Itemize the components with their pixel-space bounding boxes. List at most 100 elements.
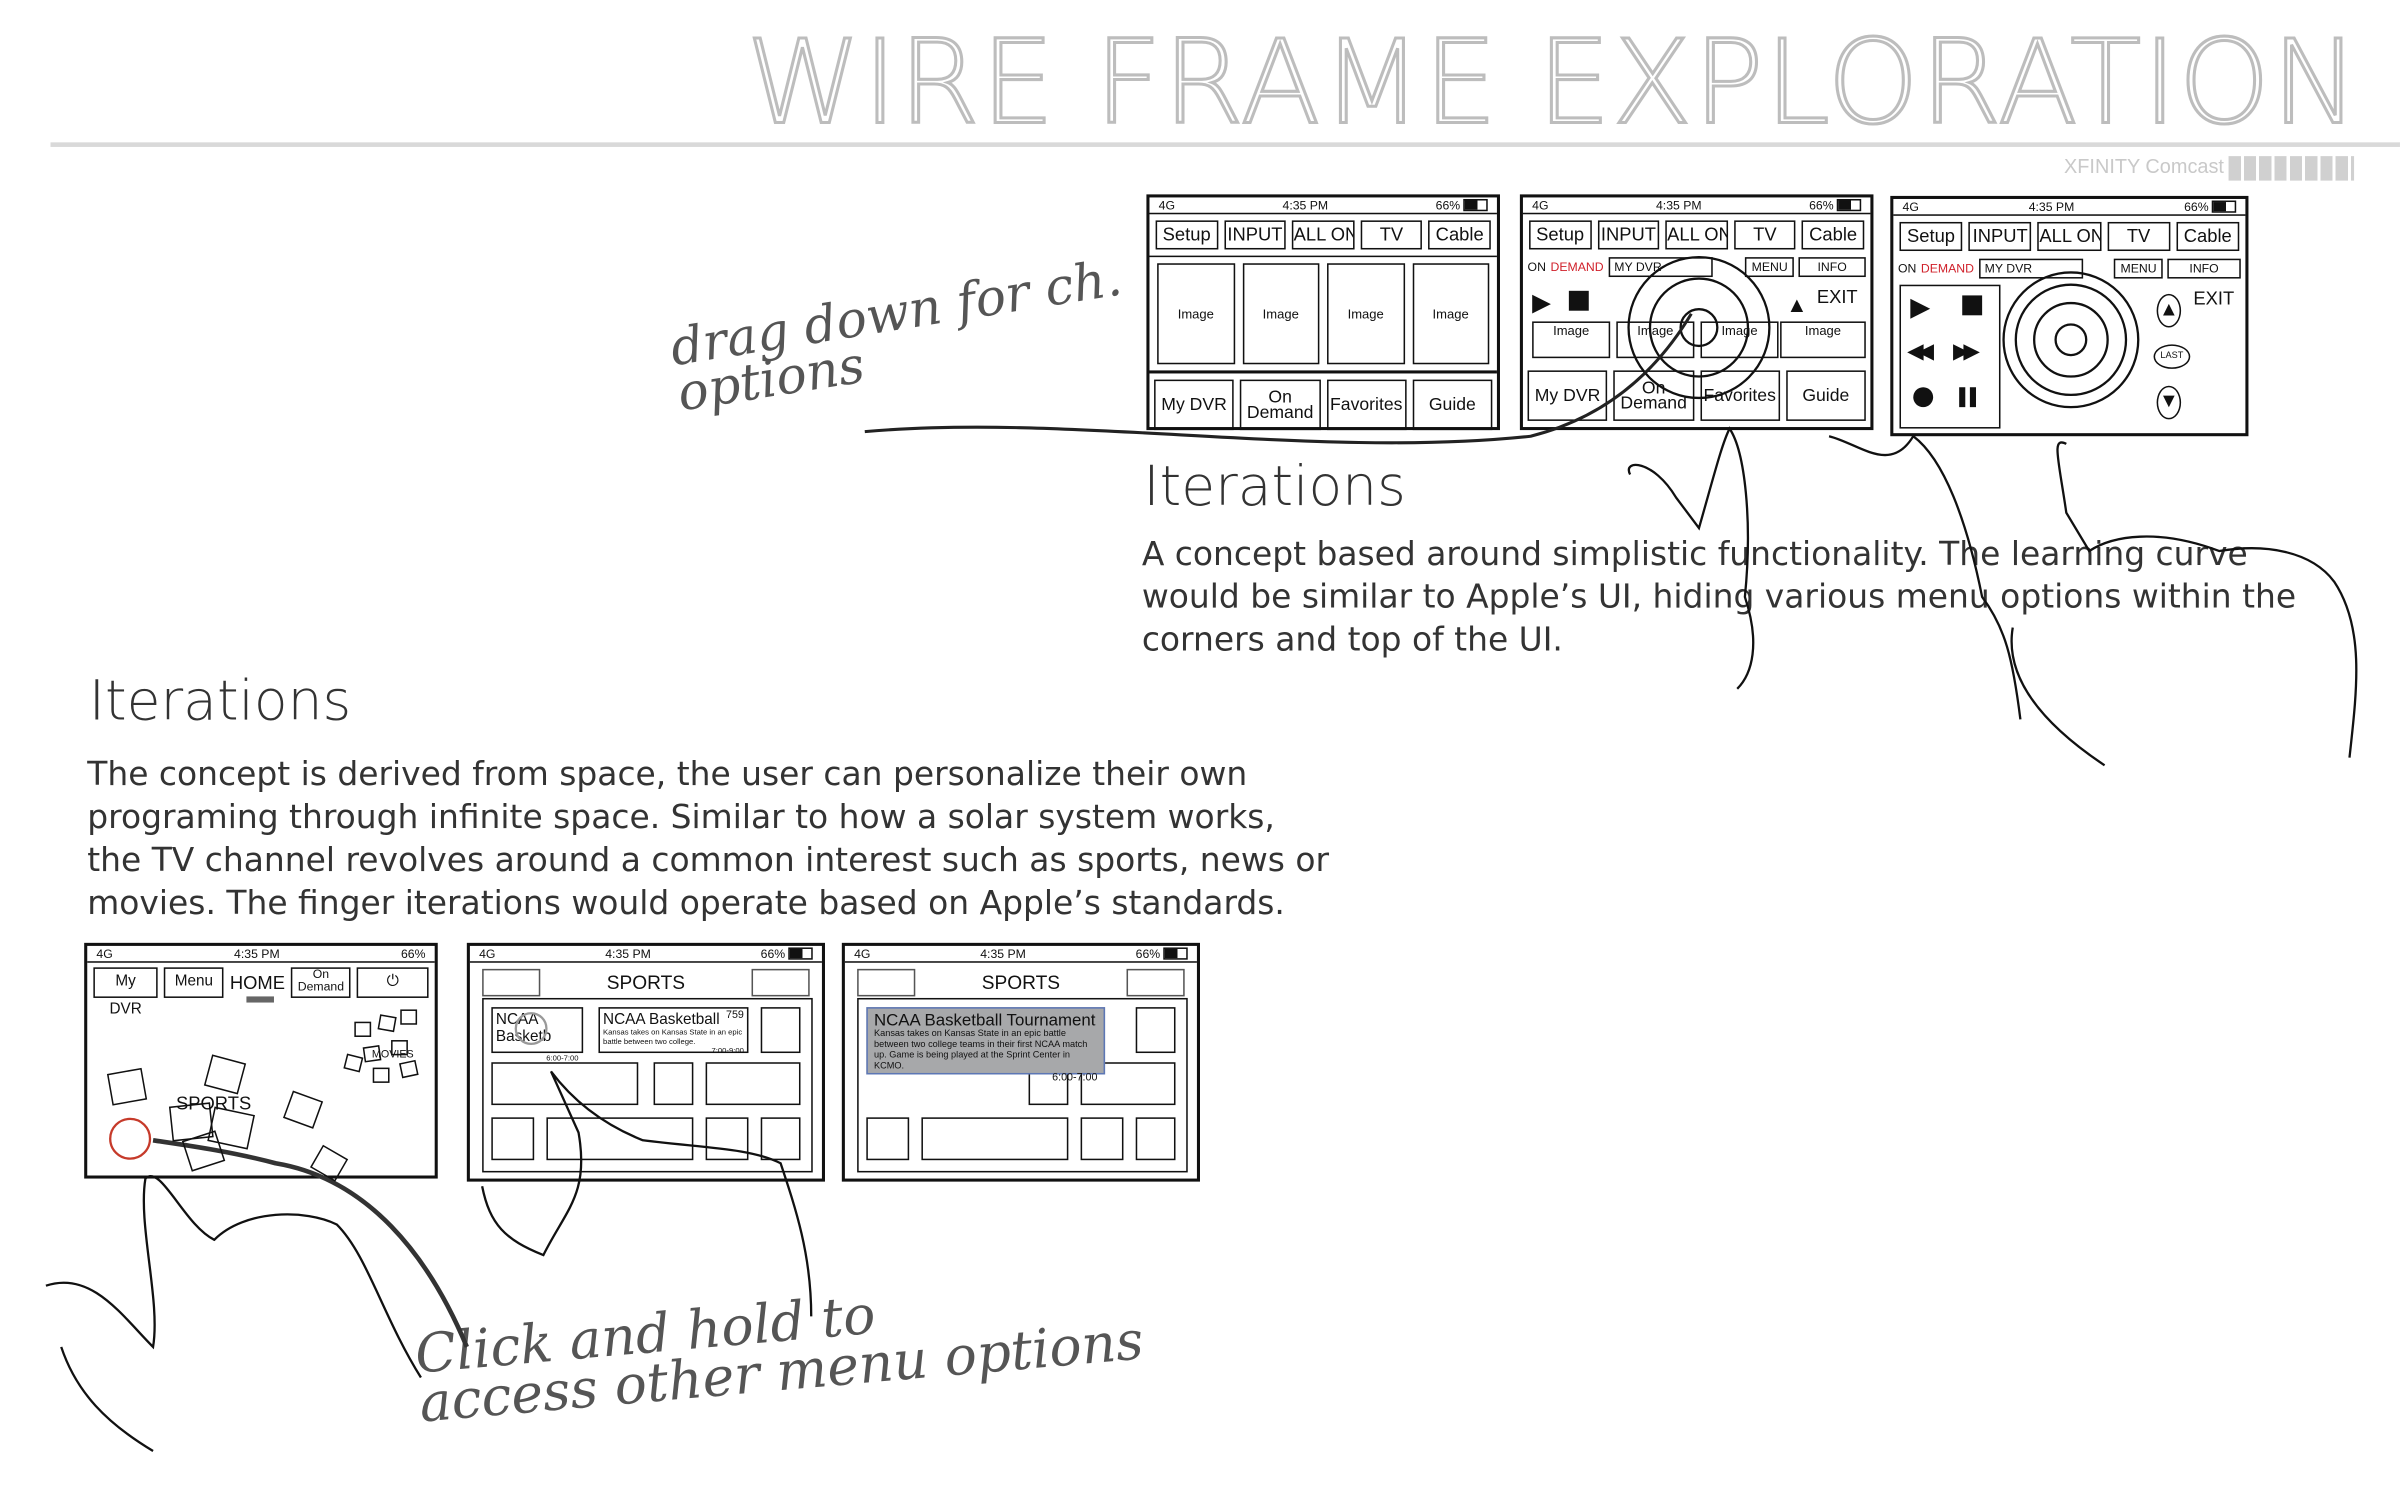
tv-button[interactable]: TV	[1733, 220, 1796, 250]
program-card[interactable]	[1135, 1117, 1176, 1161]
down-arrow-icon[interactable]: ▼	[2156, 385, 2182, 420]
play-icon[interactable]: ▶	[1532, 288, 1551, 319]
fast-forward-icon[interactable]: ▶▶	[1953, 338, 1980, 364]
on-label: ON	[1527, 259, 1546, 274]
input-button[interactable]: INPUT	[1597, 220, 1660, 250]
play-icon[interactable]: ▶	[1910, 292, 1930, 323]
description-line: the TV channel revolves around a common …	[87, 841, 1330, 881]
program-card[interactable]	[921, 1117, 1069, 1161]
up-arrow-icon[interactable]: ▲	[2156, 293, 2182, 328]
battery-icon	[1836, 199, 1862, 212]
all-on-button[interactable]: ALL ON	[1292, 220, 1355, 250]
image-tile[interactable]: Image	[1780, 321, 1866, 359]
record-icon[interactable]	[1913, 387, 1934, 408]
program-description: Kansas takes on Kansas State in an epic …	[603, 1028, 743, 1047]
page-title: WIRE FRAME EXPLORATION	[745, 13, 2361, 150]
image-tile[interactable]: Image	[1411, 263, 1490, 365]
setup-button[interactable]: Setup	[1155, 220, 1218, 250]
image-tile[interactable]: Image	[1157, 263, 1235, 365]
menu-handle[interactable]	[246, 996, 274, 1003]
guide-button[interactable]: Guide	[1412, 379, 1493, 431]
program-card[interactable]	[653, 1062, 694, 1106]
my-dvr-tab[interactable]: MY DVR	[1978, 257, 2083, 278]
image-tile[interactable]: Image	[1327, 263, 1405, 365]
program-card[interactable]	[760, 1117, 801, 1161]
brand-label: XFINITY Comcast	[2063, 154, 2224, 178]
guide-button[interactable]: Guide	[1785, 370, 1866, 421]
iterations-heading-left: Iterations	[88, 670, 352, 734]
exit-button[interactable]: EXIT	[2193, 288, 2234, 309]
transport-panel: ▶ ◀◀ ▶▶	[1899, 284, 2001, 429]
hand-sketch-6	[60, 1346, 154, 1452]
status-bar: 4G 4:35 PM 66%	[87, 946, 435, 963]
my-dvr-tab[interactable]: MY DVR	[1608, 256, 1713, 277]
program-card[interactable]	[760, 1007, 801, 1054]
on-demand-button[interactable]: On Demand	[1240, 379, 1321, 431]
program-card[interactable]	[491, 1062, 639, 1106]
on-demand-button[interactable]: On Demand	[291, 967, 351, 998]
battery-label: 66%	[2184, 200, 2237, 214]
program-card[interactable]	[705, 1117, 749, 1161]
image-tile[interactable]: Image	[1616, 321, 1695, 359]
up-arrow-icon[interactable]: ▲	[1786, 292, 1807, 316]
movies-cluster-label[interactable]: MOVIES	[372, 1050, 414, 1061]
stop-icon[interactable]	[1962, 295, 1983, 316]
iterations-description-left: The concept is derived from space, the u…	[87, 755, 1329, 926]
pause-icon[interactable]	[1959, 387, 1966, 408]
last-button[interactable]: LAST	[2153, 344, 2191, 369]
input-button[interactable]: INPUT	[1968, 221, 2032, 252]
program-card[interactable]	[866, 1117, 910, 1161]
info-tab[interactable]: INFO	[1798, 256, 1866, 277]
channel-number: 759	[725, 1010, 744, 1021]
tv-button[interactable]: TV	[2107, 221, 2171, 252]
menu-button[interactable]: Menu	[164, 967, 224, 998]
header-placeholder-left[interactable]	[857, 968, 916, 997]
all-on-button[interactable]: ALL ON	[1665, 220, 1728, 250]
my-dvr-button[interactable]: My DVR	[1527, 370, 1608, 421]
input-button[interactable]: INPUT	[1223, 220, 1286, 250]
image-tile[interactable]: Image	[1532, 321, 1611, 359]
all-on-button[interactable]: ALL ON	[2037, 221, 2101, 252]
menu-tab[interactable]: MENU	[1745, 256, 1794, 277]
time-label: 4:35 PM	[1282, 198, 1329, 212]
remote-wireframe-1: 4G 4:35 PM 66% Setup INPUT ALL ON TV Cable…	[1146, 194, 1500, 431]
program-card[interactable]	[546, 1117, 694, 1161]
cable-button[interactable]: Cable	[1428, 220, 1491, 250]
header-placeholder-right[interactable]	[751, 968, 810, 997]
iterations-description-right: A concept based around simplistic functi…	[1142, 534, 2296, 663]
menu-tab[interactable]: MENU	[2114, 257, 2163, 278]
exit-button[interactable]: EXIT	[1817, 286, 1858, 307]
favorites-button[interactable]: Favorites	[1326, 379, 1407, 431]
program-card[interactable]	[705, 1062, 801, 1106]
demand-label[interactable]: DEMAND	[1550, 259, 1603, 273]
cable-button[interactable]: Cable	[2176, 221, 2240, 252]
demand-label[interactable]: DEMAND	[1921, 261, 1974, 275]
my-dvr-button[interactable]: My DVR	[1154, 379, 1235, 431]
program-card[interactable]	[1080, 1117, 1124, 1161]
stop-icon[interactable]	[1568, 290, 1589, 311]
setup-button[interactable]: Setup	[1529, 220, 1592, 250]
tv-button[interactable]: TV	[1360, 220, 1423, 250]
program-detail-popup[interactable]: NCAA Basketball Tournament Kansas takes …	[866, 1007, 1106, 1084]
sports-cluster-label[interactable]: SPORTS	[176, 1093, 251, 1114]
header-placeholder-right[interactable]	[1126, 968, 1185, 997]
favorites-button[interactable]: Favorites	[1699, 370, 1780, 421]
cable-button[interactable]: Cable	[1802, 220, 1865, 250]
popup-description: Kansas takes on Kansas State in an epic …	[873, 1030, 1088, 1072]
info-tab[interactable]: INFO	[2167, 257, 2241, 278]
status-bar: 4G 4:35 PM 66%	[1149, 197, 1497, 215]
my-dvr-button[interactable]: My DVR	[93, 967, 158, 1018]
signal-label: 4G	[1158, 198, 1175, 212]
power-icon[interactable]: ⏻	[356, 967, 429, 998]
program-card[interactable]	[491, 1117, 535, 1161]
image-tile[interactable]: Image	[1700, 321, 1779, 359]
header-placeholder-left[interactable]	[482, 968, 541, 997]
setup-button[interactable]: Setup	[1899, 221, 1963, 252]
image-tile[interactable]: Image	[1242, 263, 1320, 365]
program-card[interactable]: NCAA Basketb 6:00-7:00	[491, 1007, 584, 1064]
program-title: NCAA Basketb	[495, 1011, 552, 1046]
on-demand-button[interactable]: On Demand	[1613, 370, 1694, 421]
program-card[interactable]: NCAA Basketball 759 Kansas takes on Kansa…	[598, 1007, 749, 1056]
program-card[interactable]	[1135, 1007, 1176, 1054]
rewind-icon[interactable]: ◀◀	[1907, 338, 1934, 364]
